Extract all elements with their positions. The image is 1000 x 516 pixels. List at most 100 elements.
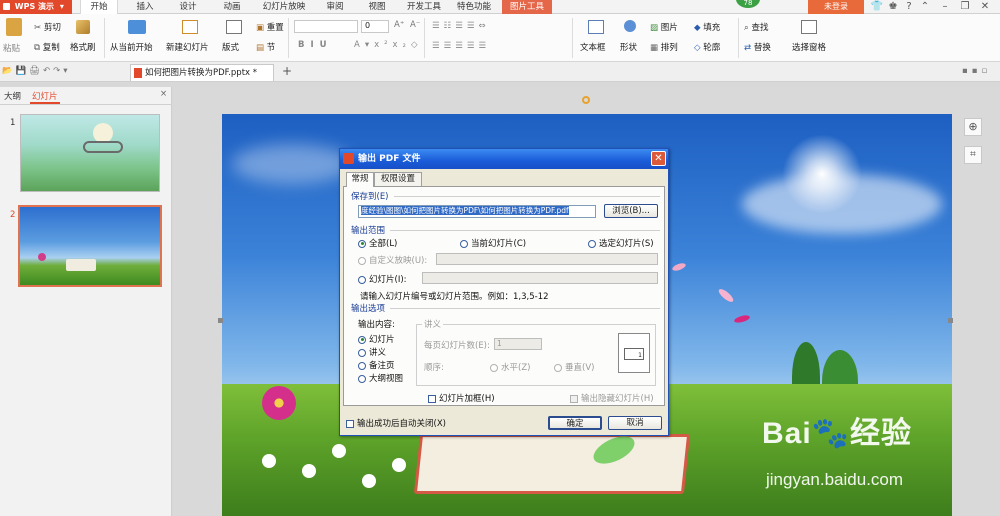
close-panel-icon[interactable]: × (160, 89, 167, 99)
frame-slides-checkbox[interactable]: 幻灯片加框(H) (428, 392, 495, 404)
order-horizontal-radio[interactable]: 水平(Z) (490, 361, 530, 373)
save-to-label: 保存到(E) (351, 192, 389, 202)
slides-range-input[interactable] (422, 272, 658, 284)
outline-button[interactable]: ◇ 轮廓 (694, 41, 720, 54)
textbox-button[interactable]: 文本框 (580, 41, 606, 53)
range-all-radio[interactable]: 全部(L) (358, 237, 397, 249)
range-selected-radio[interactable]: 选定幻灯片(S) (588, 237, 654, 249)
font-style-row[interactable]: BIU (298, 40, 333, 50)
new-slide-icon (182, 20, 198, 34)
paragraph-list-row[interactable]: ☰☷☰☰⇔ (432, 21, 490, 31)
tab-developer[interactable]: 开发工具 (402, 0, 446, 14)
range-all-label: 全部(L) (369, 239, 398, 249)
tab-permissions[interactable]: 权限设置 (374, 172, 422, 186)
book-image (66, 259, 96, 271)
section-label: 节 (266, 43, 276, 53)
tab-insert[interactable]: 插入 (128, 0, 162, 14)
shirt-icon[interactable]: 👕 (870, 0, 884, 14)
tab-special[interactable]: 特色功能 (452, 0, 496, 14)
font-effects-row[interactable]: A▾x²x₂◇ (354, 40, 423, 50)
frame-slides-label: 幻灯片加框(H) (439, 394, 495, 404)
tab-home[interactable]: 开始 (80, 0, 118, 14)
select-pane-button[interactable]: 选择窗格 (792, 41, 826, 53)
cancel-button[interactable]: 取消 (608, 416, 662, 430)
rotate-handle[interactable] (582, 96, 590, 104)
slides-range-radio[interactable]: 幻灯片(I): (358, 273, 407, 285)
content-handouts-radio[interactable]: 讲义 (358, 346, 386, 358)
order-vertical-radio[interactable]: 垂直(V) (554, 361, 594, 373)
dialog-title-bar[interactable]: 输出 PDF 文件 (340, 149, 668, 169)
resize-handle[interactable] (948, 318, 953, 323)
font-size-select[interactable]: 0 (361, 20, 389, 33)
content-notes-radio[interactable]: 备注页 (358, 359, 395, 371)
paste-button[interactable]: 粘贴 (3, 42, 20, 54)
ribbon-toggle-icon[interactable]: ⌃ (918, 0, 932, 14)
slide-thumbnail-1[interactable] (20, 114, 160, 192)
document-title: 如何把图片转换为PDF.pptx * (145, 68, 258, 78)
cut-button[interactable]: ✂ 剪切 (34, 21, 61, 34)
find-button[interactable]: ⌕ 查找 (744, 21, 768, 34)
app-menu-button[interactable]: WPS 演示 ▾ (0, 0, 72, 14)
per-page-select[interactable]: 1 (494, 338, 542, 350)
layout-button[interactable]: 版式 (222, 41, 239, 53)
order-horizontal-label: 水平(Z) (501, 363, 531, 373)
reset-button[interactable]: ▣ 重置 (256, 21, 284, 34)
tab-slideshow[interactable]: 幻灯片放映 (256, 0, 312, 14)
picture-label: 图片 (660, 23, 678, 33)
maximize-icon[interactable]: ❐ (958, 0, 972, 14)
replace-button[interactable]: ⇄ 替换 (744, 41, 771, 54)
range-current-radio[interactable]: 当前幻灯片(C) (460, 237, 526, 249)
help-icon[interactable]: ? (902, 0, 916, 14)
section-button[interactable]: ▤ 节 (256, 41, 276, 54)
custom-show-select[interactable] (436, 253, 658, 265)
document-tab[interactable]: 如何把图片转换为PDF.pptx * (130, 64, 274, 81)
tab-outline[interactable]: 大纲 (4, 90, 21, 102)
font-name-select[interactable] (294, 20, 358, 33)
auto-close-checkbox[interactable]: 输出成功后自动关闭(X) (346, 417, 446, 429)
tab-review[interactable]: 审阅 (318, 0, 352, 14)
skin-icon[interactable]: ♚ (886, 0, 900, 14)
new-tab-icon[interactable]: + (282, 64, 292, 78)
crop-icon[interactable]: ⌗ (964, 146, 982, 164)
font-shrink-icon[interactable]: A⁻ (410, 20, 420, 30)
save-path-field[interactable]: 度经验\图图\如何把图片转换为PDF\如何把图片转换为PDF.pdf (358, 205, 596, 218)
window-controls-row[interactable]: ▪▪▫ (962, 66, 991, 76)
tab-view[interactable]: 视图 (360, 0, 394, 14)
content-outline-radio[interactable]: 大纲视图 (358, 372, 403, 384)
content-handouts-label: 讲义 (369, 348, 387, 358)
quick-access-toolbar[interactable]: 📂💾🖨↶↷▾ (2, 66, 70, 76)
tab-picture-tools[interactable]: 图片工具 (502, 0, 552, 14)
tab-general[interactable]: 常规 (346, 172, 374, 187)
paragraph-align-row[interactable]: ☰☰☰☰☰ (432, 41, 490, 51)
close-icon[interactable]: ✕ (978, 0, 992, 14)
slide-thumbnail-2[interactable] (18, 205, 162, 287)
copy-label: 复制 (42, 43, 60, 53)
login-button[interactable]: 未登录 (808, 0, 864, 14)
font-grow-icon[interactable]: A⁺ (394, 20, 404, 30)
zoom-in-icon[interactable]: ⊕ (964, 118, 982, 136)
dialog-close-icon[interactable]: ✕ (651, 151, 666, 166)
copy-button[interactable]: ⧉ 复制 (34, 41, 60, 54)
custom-show-radio[interactable]: 自定义放映(U): (358, 254, 427, 266)
shape-button[interactable]: 形状 (620, 41, 637, 53)
pptx-file-icon (134, 68, 142, 78)
from-current-button[interactable]: 从当前开始 (110, 41, 153, 53)
tab-animation[interactable]: 动画 (214, 0, 250, 14)
picture-button[interactable]: ▨ 图片 (650, 21, 678, 34)
resize-handle[interactable] (218, 318, 223, 323)
new-slide-button[interactable]: 新建幻灯片 (166, 41, 209, 53)
content-slides-radio[interactable]: 幻灯片 (358, 333, 395, 345)
arrange-button[interactable]: ▦ 排列 (650, 41, 678, 54)
watermark-url: jingyan.baidu.com (766, 470, 904, 489)
hidden-slides-checkbox[interactable]: 输出隐藏幻灯片(H) (570, 392, 654, 404)
minimize-icon[interactable]: – (938, 0, 952, 14)
browse-button[interactable]: 浏览(B)... (604, 204, 658, 218)
tab-design[interactable]: 设计 (170, 0, 206, 14)
order-label: 顺序: (424, 363, 444, 373)
tab-slides[interactable]: 幻灯片 (30, 90, 60, 104)
ok-button[interactable]: 确定 (548, 416, 602, 430)
slides-range-label: 幻灯片(I): (369, 275, 407, 285)
fill-button[interactable]: ◆ 填充 (694, 21, 720, 34)
format-painter-button[interactable]: 格式刷 (70, 41, 96, 53)
petal-image (716, 287, 736, 304)
